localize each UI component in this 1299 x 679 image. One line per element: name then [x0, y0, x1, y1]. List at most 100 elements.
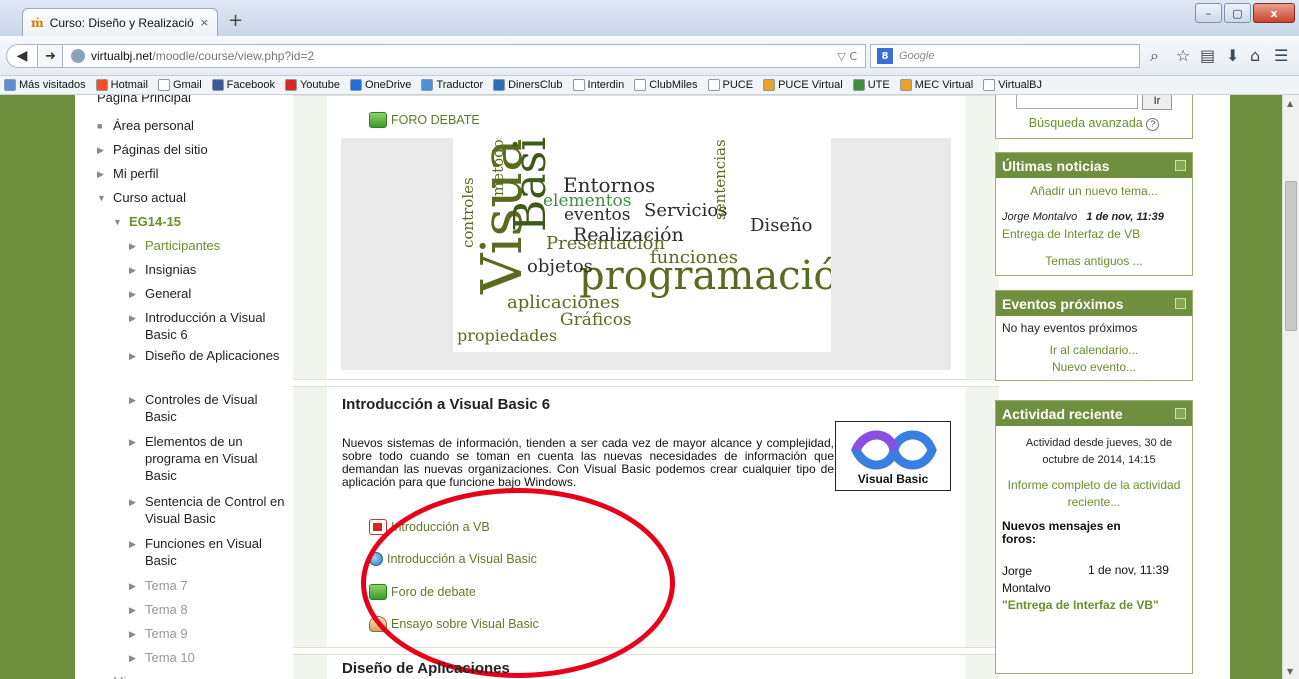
- search-go-button[interactable]: Ir: [1142, 95, 1172, 110]
- google-icon[interactable]: 8: [877, 48, 893, 64]
- word-cloud-word: Entornos: [563, 173, 656, 197]
- bookmark-label: Interdin: [587, 79, 625, 91]
- nav-item[interactable]: ▶ Participantes: [129, 237, 285, 255]
- activity-block-header[interactable]: Actividad reciente: [996, 401, 1192, 426]
- nav-item[interactable]: ▶ Tema 7: [129, 577, 285, 595]
- bookmark-item[interactable]: MEC Virtual: [899, 79, 973, 91]
- reload-icon[interactable]: ▽ C: [837, 50, 857, 63]
- news-block-header[interactable]: Últimas noticias: [996, 153, 1192, 178]
- search-placeholder: Google: [899, 50, 935, 62]
- nav-item[interactable]: ▶ Diseño de Aplicaciones: [129, 347, 285, 365]
- scroll-down-icon[interactable]: ▼: [1287, 667, 1293, 676]
- nav-item-label: EG14-15: [129, 214, 182, 229]
- bookmark-item[interactable]: PUCE: [707, 79, 753, 91]
- nav-item[interactable]: ▶ Sentencia de Control en Visual Basic: [129, 493, 285, 527]
- post-author: Jorge Montalvo: [1002, 564, 1051, 595]
- news-post-link[interactable]: Entrega de Interfaz de VB: [1002, 227, 1140, 241]
- bookmark-item[interactable]: Facebook: [211, 79, 275, 91]
- bookmark-item[interactable]: Más visitados: [4, 79, 86, 91]
- nav-item[interactable]: ▶ Tema 8: [129, 601, 285, 619]
- star-icon[interactable]: ☆: [1176, 46, 1190, 65]
- nav-item[interactable]: ▶ General: [129, 285, 285, 303]
- collapse-icon[interactable]: [1175, 408, 1186, 419]
- section-title: Introducción a Visual Basic 6: [342, 396, 551, 413]
- close-window-button[interactable]: x: [1253, 3, 1295, 23]
- nav-item[interactable]: ▶ Mi perfil: [97, 165, 285, 183]
- collapse-icon[interactable]: [1175, 160, 1186, 171]
- download-icon[interactable]: ⬇: [1226, 46, 1239, 65]
- search-field[interactable]: 8 Google: [870, 44, 1140, 68]
- bookmark-item[interactable]: VirtualBJ: [983, 79, 1042, 91]
- nav-item-label: Controles de Visual Basic: [145, 392, 258, 424]
- bookmark-item[interactable]: UTE: [852, 79, 890, 91]
- nav-item[interactable]: ▶ Páginas del sitio: [97, 141, 285, 159]
- forum-icon: [369, 112, 387, 128]
- new-event-link[interactable]: Nuevo evento...: [996, 360, 1192, 374]
- bookmark-item[interactable]: Hotmail: [95, 79, 148, 91]
- moodle-favicon-icon: ṁ: [31, 15, 44, 30]
- advanced-search-link[interactable]: Búsqueda avanzada ?: [996, 116, 1192, 131]
- reading-list-icon[interactable]: ▤: [1200, 46, 1215, 65]
- nav-item[interactable]: ▶ Tema 10: [129, 649, 285, 667]
- tab-close-icon[interactable]: ×: [200, 16, 209, 29]
- nav-item[interactable]: ▶ Mi...: [97, 673, 285, 679]
- scroll-up-icon[interactable]: ▲: [1287, 99, 1293, 108]
- course-content: FORO DEBATE VisualBasicprogramaciónmetod…: [293, 95, 999, 679]
- collapse-icon[interactable]: [1175, 298, 1186, 309]
- word-cloud-word: objetos: [527, 256, 593, 277]
- add-topic-link[interactable]: Añadir un nuevo tema...: [996, 184, 1192, 198]
- nav-item[interactable]: Página Principal: [97, 95, 285, 106]
- nav-item[interactable]: ■ Área personal: [97, 117, 285, 135]
- older-topics-link[interactable]: Temas antiguos ...: [996, 254, 1192, 268]
- nav-item[interactable]: ▶ Introducción a Visual Basic 6: [129, 309, 285, 343]
- section-title-design: Diseño de Aplicaciones: [342, 660, 510, 677]
- help-icon[interactable]: ?: [1146, 118, 1160, 131]
- nav-item[interactable]: ▼ EG14-15: [113, 213, 285, 231]
- minimize-button[interactable]: –: [1195, 3, 1222, 23]
- collapsed-icon: ▶: [97, 673, 105, 679]
- nav-item[interactable]: ▶ Elementos de un programa en Visual Basi…: [129, 433, 285, 484]
- forward-button[interactable]: ➜: [38, 44, 64, 68]
- bookmark-item[interactable]: ClubMiles: [634, 79, 698, 91]
- bookmark-item[interactable]: Traductor: [421, 79, 483, 91]
- calendar-link[interactable]: Ir al calendario...: [996, 343, 1192, 357]
- new-tab-button[interactable]: +: [228, 12, 243, 30]
- search-forums-input[interactable]: [1016, 95, 1138, 109]
- word-cloud-word: eventos: [564, 205, 631, 225]
- bookmark-icon: [852, 79, 865, 91]
- activity-since-text: Actividad desde jueves, 30 de octubre de…: [1025, 437, 1173, 466]
- post-title-link[interactable]: "Entrega de Interfaz de VB": [1002, 597, 1182, 614]
- page-scrollbar[interactable]: ▲ ▼: [1282, 95, 1299, 679]
- bookmark-item[interactable]: OneDrive: [349, 79, 411, 91]
- maximize-button[interactable]: ▢: [1224, 3, 1251, 23]
- forum-debate-link[interactable]: FORO DEBATE: [369, 112, 480, 128]
- bookmark-item[interactable]: Interdin: [572, 79, 625, 91]
- nav-item[interactable]: ▼ Curso actual: [97, 189, 285, 207]
- site-identity-icon[interactable]: [71, 49, 85, 63]
- back-button[interactable]: ◀: [6, 44, 38, 68]
- browser-tab[interactable]: ṁ Curso: Diseño y Realizació... ×: [22, 8, 218, 36]
- search-icon[interactable]: ⌕: [1150, 46, 1159, 66]
- news-meta: Jorge Montalvo 1 de nov, 11:39: [1002, 211, 1164, 223]
- scrollbar-thumb[interactable]: [1285, 181, 1297, 331]
- bookmark-label: UTE: [867, 79, 890, 91]
- events-block-header[interactable]: Eventos próximos: [996, 291, 1192, 316]
- collapsed-icon: ▶: [129, 497, 136, 507]
- collapsed-icon: ▶: [97, 145, 104, 155]
- events-block: Eventos próximos No hay eventos próximos…: [995, 290, 1193, 381]
- home-icon[interactable]: ⌂: [1250, 46, 1260, 65]
- nav-item[interactable]: ▶ Funciones en Visual Basic: [129, 535, 285, 569]
- full-report-link[interactable]: Informe completo de la actividad recient…: [1000, 477, 1188, 511]
- nav-item[interactable]: ▶ Tema 9: [129, 625, 285, 643]
- bookmark-item[interactable]: PUCE Virtual: [763, 79, 843, 91]
- nav-item[interactable]: ▶ Insignias: [129, 261, 285, 279]
- bookmark-icon: [493, 79, 506, 91]
- nav-item-label: Tema 7: [145, 578, 188, 593]
- address-bar[interactable]: virtualbj.net/moodle/course/view.php?id=…: [62, 44, 866, 68]
- word-cloud-word: sentencias: [711, 139, 729, 220]
- bookmark-item[interactable]: DinersClub: [493, 79, 563, 91]
- bookmark-item[interactable]: Youtube: [284, 79, 340, 91]
- bookmark-item[interactable]: Gmail: [157, 79, 202, 91]
- menu-icon[interactable]: ☰: [1274, 46, 1288, 65]
- nav-item[interactable]: ▶ Controles de Visual Basic: [129, 391, 285, 425]
